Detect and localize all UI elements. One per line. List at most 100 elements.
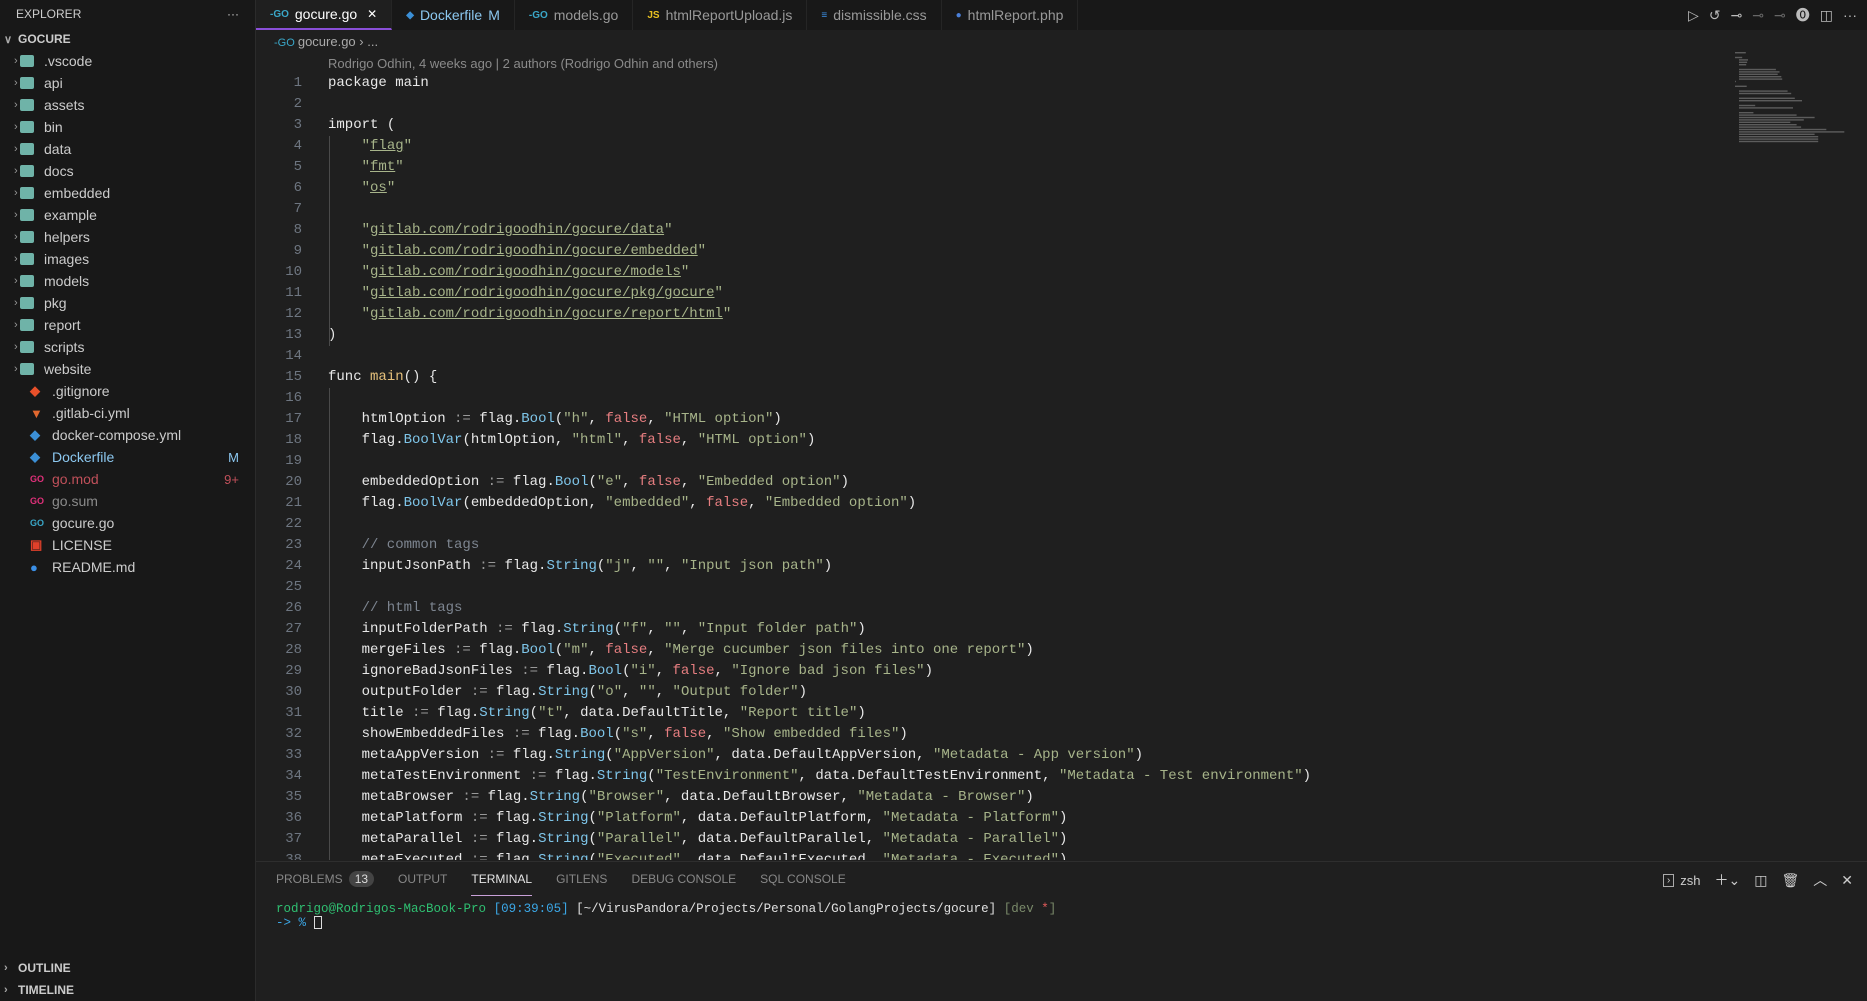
breadcrumb-symbol[interactable]: ... [367,34,378,49]
folder-item[interactable]: › data [0,138,255,160]
code-line[interactable]: 23 // common tags [256,535,1736,556]
folder-item[interactable]: › scripts [0,336,255,358]
tab-dismissible-css[interactable]: ≡ dismissible.css [807,0,942,30]
folder-item[interactable]: › models [0,270,255,292]
root-folder[interactable]: ∨ GOCURE [0,28,255,50]
minimap[interactable] [1735,52,1855,392]
code-line[interactable]: 32 showEmbeddedFiles := flag.Bool("s", f… [256,724,1736,745]
tab-models-go[interactable]: -GO models.go [515,0,634,30]
folder-item[interactable]: › .vscode [0,50,255,72]
folder-item[interactable]: › report [0,314,255,336]
code-line[interactable]: 14 [256,346,1736,367]
tab-gocure-go[interactable]: -GO gocure.go ✕ [256,0,393,30]
file-item[interactable]: ▼ .gitlab-ci.yml [0,402,255,424]
trash-icon[interactable]: 🗑 [1781,872,1799,889]
commit-icon[interactable]: ⊸ [1752,7,1764,24]
code-line[interactable]: 22 [256,514,1736,535]
code-line[interactable]: 9 "gitlab.com/rodrigoodhin/gocure/embedd… [256,241,1736,262]
close-tab-button[interactable]: ✕ [367,7,377,21]
file-item[interactable]: ◆ Dockerfile M [0,446,255,468]
tab-dockerfile[interactable]: ◆ Dockerfile M [392,0,515,30]
panel-tab-terminal[interactable]: TERMINAL [471,862,533,896]
code-line[interactable]: 33 metaAppVersion := flag.String("AppVer… [256,745,1736,766]
panel-tab-sql-console[interactable]: SQL CONSOLE [760,862,846,896]
code-line[interactable]: 37 metaParallel := flag.String("Parallel… [256,829,1736,850]
code-line[interactable]: 25 [256,577,1736,598]
new-terminal-icon[interactable]: ＋⌄ [1715,870,1741,890]
code-line[interactable]: 11 "gitlab.com/rodrigoodhin/gocure/pkg/g… [256,283,1736,304]
code-line[interactable]: 6 "os" [256,178,1736,199]
file-item[interactable]: ▣ LICENSE [0,534,255,556]
file-item[interactable]: ◆ .gitignore [0,380,255,402]
code-line[interactable]: 13) [256,325,1736,346]
code-line[interactable]: 24 inputJsonPath := flag.String("j", "",… [256,556,1736,577]
code-line[interactable]: 35 metaBrowser := flag.String("Browser",… [256,787,1736,808]
next-change-icon[interactable]: ⊸ [1774,7,1786,24]
code-editor[interactable]: 1 package main 2 3 import (4 "flag" 5 "fmt" 6 … [256,73,1736,860]
previous-change-icon[interactable]: ⊸ [1731,7,1743,24]
tab-htmlreportupload-js[interactable]: JS htmlReportUpload.js [633,0,808,30]
code-line[interactable]: 27 inputFolderPath := flag.String("f", "… [256,619,1736,640]
history-icon[interactable]: ↺ [1709,7,1721,24]
code-line[interactable]: 18 flag.BoolVar(htmlOption, "html", fals… [256,430,1736,451]
code-line[interactable]: 5 "fmt" [256,157,1736,178]
code-line[interactable]: 17 htmlOption := flag.Bool("h", false, "… [256,409,1736,430]
folder-item[interactable]: › pkg [0,292,255,314]
file-item[interactable]: ◆ docker-compose.yml [0,424,255,446]
split-terminal-icon[interactable]: ◫ [1754,872,1767,889]
folder-item[interactable]: › website [0,358,255,380]
timeline-section[interactable]: › TIMELINE [0,979,256,1001]
folder-item[interactable]: › embedded [0,182,255,204]
code-line[interactable]: 16 [256,388,1736,409]
folder-item[interactable]: › helpers [0,226,255,248]
breadcrumb-file[interactable]: gocure.go [298,34,356,49]
close-panel-icon[interactable]: ✕ [1841,872,1853,889]
code-line[interactable]: 36 metaPlatform := flag.String("Platform… [256,808,1736,829]
code-line[interactable]: 3 import ( [256,115,1736,136]
outline-section[interactable]: › OUTLINE [0,957,256,979]
more-icon[interactable]: ··· [1843,7,1857,23]
code-line[interactable]: 12 "gitlab.com/rodrigoodhin/gocure/repor… [256,304,1736,325]
folder-item[interactable]: › example [0,204,255,226]
panel-tab-problems[interactable]: PROBLEMS 13 [276,862,375,896]
code-line[interactable]: 20 embeddedOption := flag.Bool("e", fals… [256,472,1736,493]
code-line[interactable]: 7 [256,199,1736,220]
folder-item[interactable]: › bin [0,116,255,138]
code-line[interactable]: 34 metaTestEnvironment := flag.String("T… [256,766,1736,787]
folder-item[interactable]: › assets [0,94,255,116]
panel-tab-gitlens[interactable]: GITLENS [556,862,607,896]
code-line[interactable]: 8 "gitlab.com/rodrigoodhin/gocure/data" [256,220,1736,241]
code-line[interactable]: 2 [256,94,1736,115]
file-item[interactable]: GO go.mod 9+ [0,468,255,490]
folder-item[interactable]: › api [0,72,255,94]
git-compare-icon[interactable]: ⓿ [1796,5,1810,25]
code-line[interactable]: 15 func main() { [256,367,1736,388]
terminal-shell-label[interactable]: zsh [1680,873,1700,888]
code-line[interactable]: 38 metaExecuted := flag.String("Executed… [256,850,1736,860]
run-icon[interactable]: ▷ [1688,7,1699,24]
file-item[interactable]: GO go.sum [0,490,255,512]
code-line[interactable]: 19 [256,451,1736,472]
code-line[interactable]: 10 "gitlab.com/rodrigoodhin/gocure/model… [256,262,1736,283]
panel-tab-output[interactable]: OUTPUT [398,862,447,896]
git-blame-annotation[interactable]: Rodrigo Odhin, 4 weeks ago | 2 authors (… [328,56,718,71]
file-item[interactable]: ● README.md [0,556,255,578]
folder-item[interactable]: › docs [0,160,255,182]
panel-tab-debug-console[interactable]: DEBUG CONSOLE [631,862,736,896]
code-line[interactable]: 4 "flag" [256,136,1736,157]
code-line[interactable]: 1 package main [256,73,1736,94]
code-line[interactable]: 31 title := flag.String("t", data.Defaul… [256,703,1736,724]
code-line[interactable]: 28 mergeFiles := flag.Bool("m", false, "… [256,640,1736,661]
maximize-panel-icon[interactable]: ︿ [1813,870,1827,890]
more-actions-button[interactable]: ··· [227,7,239,21]
code-line[interactable]: 29 ignoreBadJsonFiles := flag.Bool("i", … [256,661,1736,682]
file-item[interactable]: GO gocure.go [0,512,255,534]
code-line[interactable]: 21 flag.BoolVar(embeddedOption, "embedde… [256,493,1736,514]
tab-htmlreport-php[interactable]: ● htmlReport.php [942,0,1079,30]
code-line[interactable]: 26 // html tags [256,598,1736,619]
folder-item[interactable]: › images [0,248,255,270]
split-editor-icon[interactable]: ◫ [1820,7,1833,24]
breadcrumb[interactable]: -GO gocure.go › ... [274,34,378,49]
code-line[interactable]: 30 outputFolder := flag.String("o", "", … [256,682,1736,703]
terminal[interactable]: rodrigo@Rodrigos-MacBook-Pro [09:39:05] … [256,896,1867,936]
